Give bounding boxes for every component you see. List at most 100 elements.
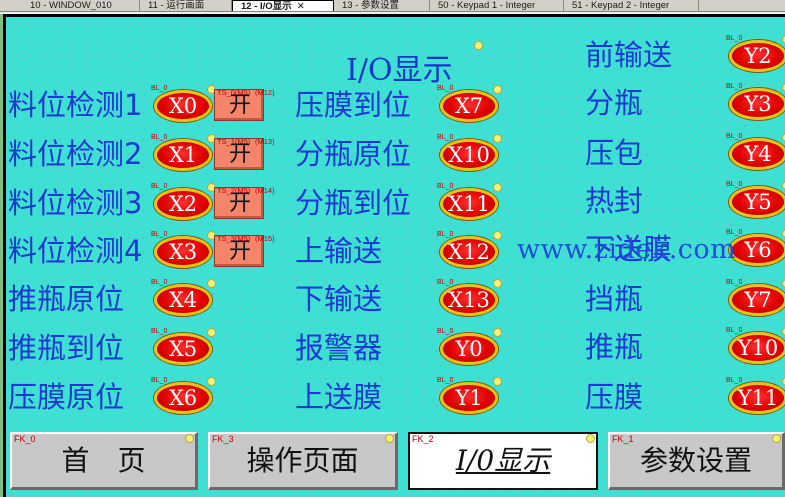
toggle-switch-1[interactable]: TS_1(M5) (M13) 开 — [214, 137, 275, 170]
input-label: 料位检测2 — [8, 137, 143, 171]
output-lamp-y4: BL_0 Y4 — [726, 133, 785, 171]
operation-page-button-label: 操作页面 — [246, 444, 359, 477]
param-settings-button-label: 参数设置 — [639, 444, 752, 477]
object-handle-icon — [474, 41, 483, 50]
tab-io-display[interactable]: 12 - I/O显示 ✕ — [232, 0, 334, 12]
lamp-code: X7 — [454, 94, 484, 118]
object-handle-icon — [493, 377, 502, 386]
output-lamp-y10: BL_0 Y10 — [726, 327, 785, 365]
lamp-tag: BL_0 — [151, 85, 168, 92]
lamp-tag: BL_0 — [726, 133, 743, 140]
output-label: 分瓶 — [585, 86, 644, 120]
lamp-tag: BL_0 — [726, 279, 743, 286]
lamp-tag: BL_0 — [151, 231, 168, 238]
lamp-code: Y1 — [455, 386, 483, 410]
lamp-tag: BL_0 — [151, 328, 168, 335]
toggle-switch-2[interactable]: TS_2(M5) (M14) 开 — [214, 186, 275, 219]
io-display-button[interactable]: FK_2 I/0显示 — [408, 432, 598, 490]
lamp-code: X1 — [168, 143, 198, 167]
tab-label: 50 - Keypad 1 - Integer — [438, 0, 536, 11]
watermark: www.zidek.com — [517, 234, 737, 265]
input-lamp-x5: BL_0 X5 — [151, 328, 216, 366]
lamp-code: Y5 — [744, 190, 772, 214]
lamp-code: Y6 — [744, 238, 772, 262]
output-label: 热封 — [585, 184, 644, 218]
io-lamp-x11: BL_0 X11 — [437, 183, 502, 221]
output-label: 推瓶 — [585, 330, 644, 364]
output-lamp-y3: BL_0 Y3 — [726, 83, 785, 121]
object-handle-icon — [493, 183, 502, 192]
lamp-code: X3 — [168, 240, 198, 264]
lamp-code: Y0 — [455, 337, 483, 361]
input-label: 推瓶到位 — [8, 331, 125, 365]
io-display-button-label: I/0显示 — [455, 444, 551, 477]
lamp-code: Y4 — [744, 142, 772, 166]
tab-keypad-2[interactable]: 51 - Keypad 2 - Integer — [564, 0, 699, 11]
lamp-code: Y10 — [737, 336, 779, 360]
object-handle-icon — [493, 231, 502, 240]
lamp-tag: BL_0 — [151, 183, 168, 190]
lamp-code: Y2 — [744, 44, 772, 68]
switch-label: 开 — [228, 142, 251, 167]
lamp-code: X13 — [448, 288, 490, 312]
operation-page-button[interactable]: FK_3 操作页面 — [208, 432, 398, 490]
output-lamp-y11: BL_0 Y11 — [726, 377, 785, 415]
tab-keypad-1[interactable]: 50 - Keypad 1 - Integer — [430, 0, 564, 11]
lamp-code: Y3 — [744, 92, 772, 116]
input-label: 上输送 — [295, 234, 383, 268]
input-lamp-x6: BL_0 X6 — [151, 377, 216, 415]
tab-label: 51 - Keypad 2 - Integer — [572, 0, 670, 11]
lamp-tag: BL_0 — [151, 134, 168, 141]
io-lamp-x10: BL_0 X10 — [437, 134, 502, 172]
close-icon[interactable]: ✕ — [297, 1, 305, 11]
input-lamp-x1: BL_0 X1 — [151, 134, 216, 172]
input-lamp-x0: BL_0 X0 — [151, 85, 216, 123]
object-handle-icon — [207, 377, 216, 386]
window-tab-bar: 10 - WINDOW_010 11 - 运行画面 12 - I/O显示 ✕ 13… — [0, 0, 785, 12]
object-handle-icon — [207, 279, 216, 288]
lamp-tag: BL_0 — [437, 279, 454, 286]
param-settings-button[interactable]: FK_1 参数设置 — [608, 432, 785, 490]
output-label: 挡瓶 — [585, 282, 644, 316]
tab-window-010[interactable]: 10 - WINDOW_010 — [22, 0, 140, 11]
toggle-switch-0[interactable]: TS_0(M5) (M12) 开 — [214, 88, 275, 121]
lamp-tag: BL_0 — [437, 231, 454, 238]
tab-label: 12 - I/O显示 — [241, 1, 292, 12]
lamp-tag: BL_0 — [437, 377, 454, 384]
home-button[interactable]: FK_0 首 页 — [10, 432, 198, 490]
input-label: 分瓶到位 — [295, 186, 412, 220]
lamp-tag: BL_0 — [726, 377, 743, 384]
input-label: 料位检测3 — [8, 186, 143, 220]
tab-param-settings[interactable]: 13 - 参数设置 — [334, 0, 430, 11]
object-handle-icon — [493, 328, 502, 337]
io-lamp-y0: BL_0 Y0 — [437, 328, 502, 366]
tab-run-screen[interactable]: 11 - 运行画面 — [140, 0, 232, 11]
input-label: 分瓶原位 — [295, 137, 412, 171]
output-lamp-y2: BL_0 Y2 — [726, 35, 785, 73]
lamp-code: X12 — [448, 240, 490, 264]
tab-label: 11 - 运行画面 — [148, 0, 205, 11]
lamp-code: X0 — [168, 94, 198, 118]
lamp-tag: BL_0 — [437, 328, 454, 335]
input-label: 料位检测1 — [8, 88, 143, 122]
tab-label: 13 - 参数设置 — [342, 0, 400, 11]
toggle-switch-3[interactable]: TS_3(M5) (M15) 开 — [214, 234, 275, 267]
lamp-tag: BL_0 — [437, 134, 454, 141]
lamp-code: X10 — [448, 143, 490, 167]
lamp-tag: BL_0 — [726, 327, 743, 334]
lamp-code: Y11 — [737, 386, 779, 410]
input-label: 下输送 — [295, 282, 383, 316]
input-label: 上送膜 — [295, 380, 383, 414]
lamp-code: X11 — [448, 192, 490, 216]
input-label: 压膜到位 — [295, 88, 412, 122]
object-handle-icon — [207, 328, 216, 337]
input-lamp-x3: BL_0 X3 — [151, 231, 216, 269]
input-label: 推瓶原位 — [8, 282, 125, 316]
lamp-tag: BL_0 — [726, 83, 743, 90]
lamp-tag: BL_0 — [437, 85, 454, 92]
input-label: 压膜原位 — [8, 380, 125, 414]
io-lamp-y1: BL_0 Y1 — [437, 377, 502, 415]
object-handle-icon — [493, 279, 502, 288]
lamp-code: X6 — [168, 386, 198, 410]
lamp-tag: BL_0 — [726, 181, 743, 188]
